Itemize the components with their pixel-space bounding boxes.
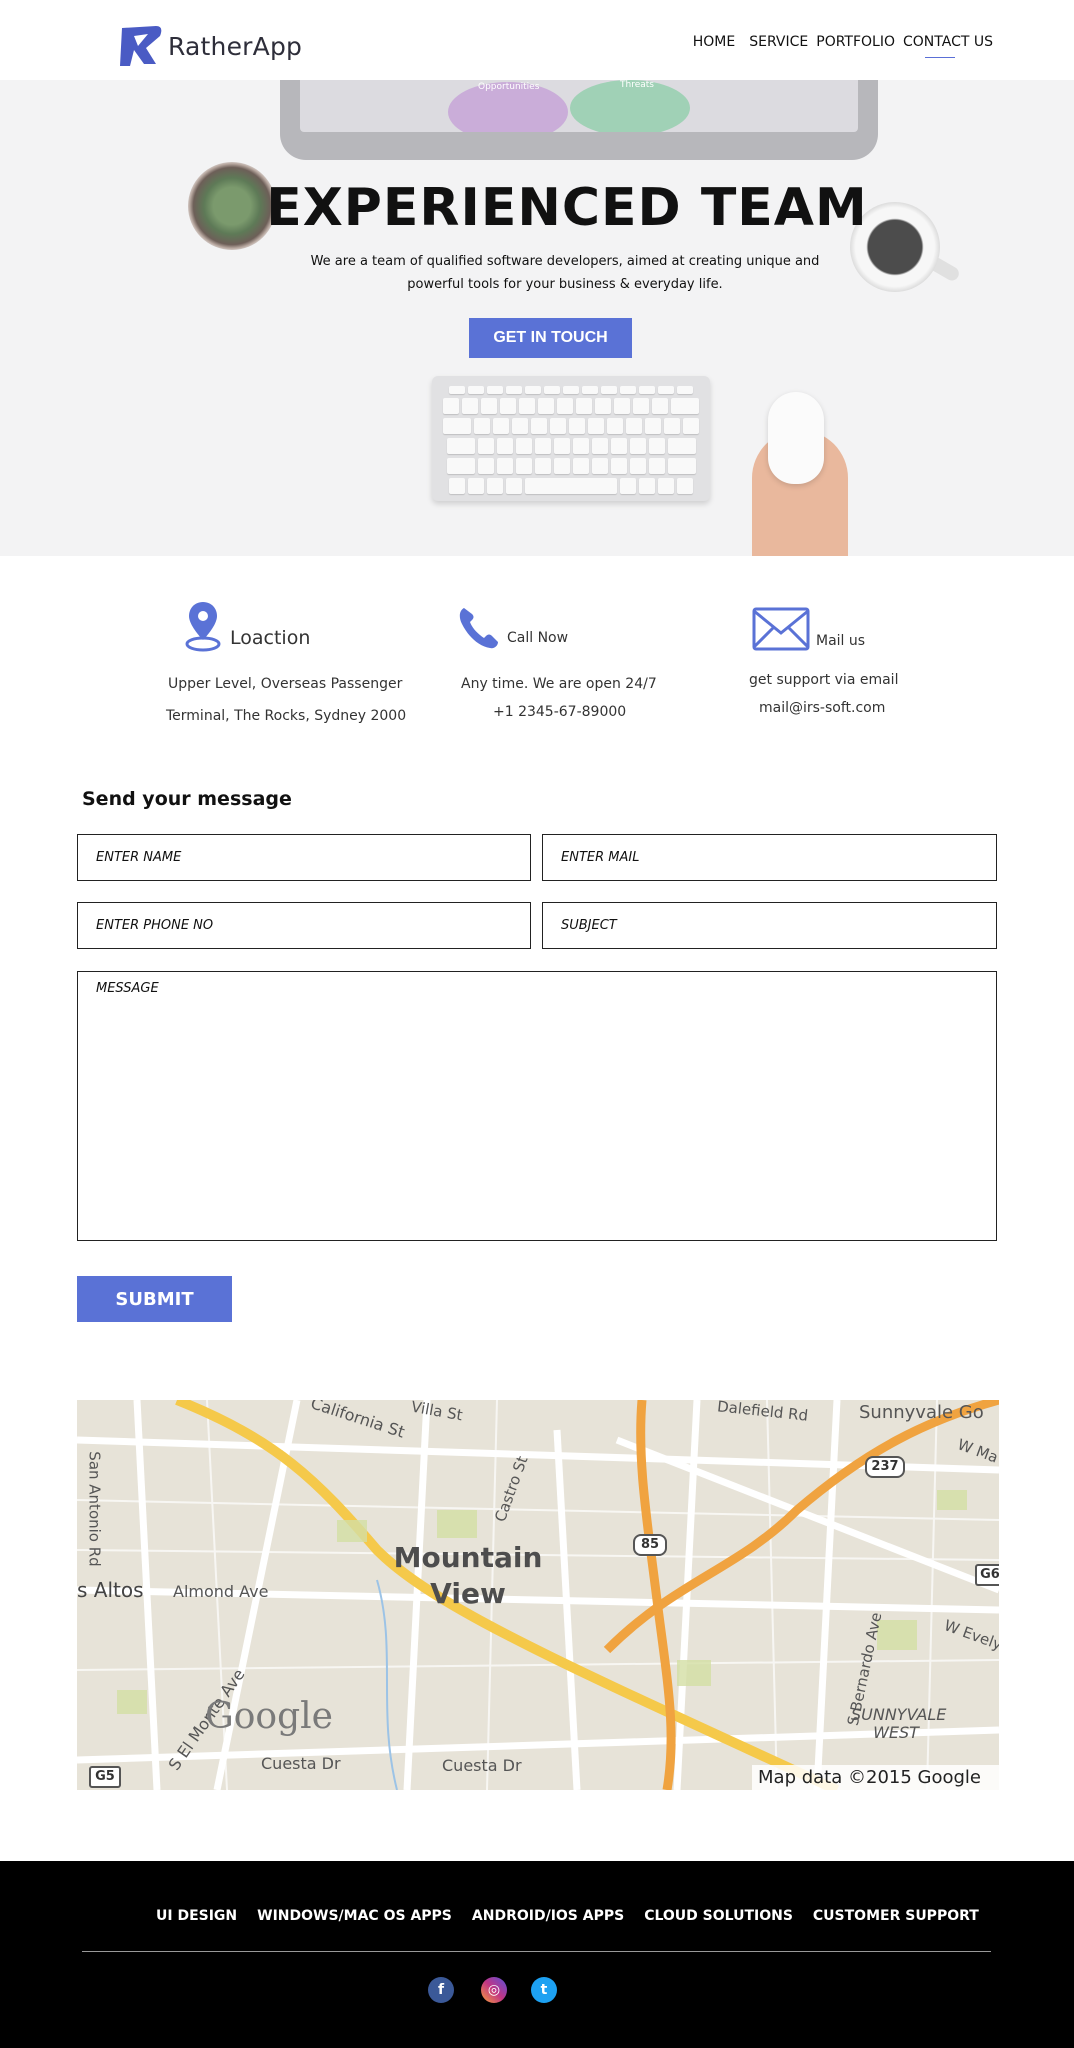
- mail-envelope-icon: [752, 607, 810, 651]
- phone-label: Call Now: [507, 630, 569, 646]
- phone-line-2: +1 2345-67-89000: [493, 704, 627, 720]
- location-map[interactable]: California St Villa St Castro St San Ant…: [77, 1400, 999, 1790]
- footer-link-windows-mac[interactable]: WINDOWS/MAC OS APPS: [257, 1908, 452, 1924]
- site-footer: UI DESIGN WINDOWS/MAC OS APPS ANDROID/IO…: [0, 1861, 1074, 2048]
- map-label-sunnyvale-west: SUNNYVALE WEST: [851, 1705, 947, 1742]
- route-g6-badge: G6: [975, 1564, 999, 1586]
- mail-line-2[interactable]: mail@irs-soft.com: [759, 700, 885, 716]
- map-google-logo: Google: [205, 1696, 333, 1737]
- hero-keyboard-image: [432, 376, 710, 501]
- footer-link-ui-design[interactable]: UI DESIGN: [156, 1908, 237, 1924]
- nav-service[interactable]: SERVICE: [749, 34, 808, 50]
- main-nav: HOME SERVICE PORTFOLIO CONTACT US: [685, 34, 993, 58]
- email-input[interactable]: [542, 834, 997, 881]
- footer-link-cloud[interactable]: CLOUD SOLUTIONS: [644, 1908, 793, 1924]
- route-85-badge: 85: [633, 1534, 667, 1556]
- logo-mark-icon: [120, 26, 162, 66]
- mail-line-1: get support via email: [749, 672, 899, 688]
- map-city-label: Mountain View: [393, 1541, 543, 1610]
- phone-input[interactable]: [77, 902, 531, 949]
- route-g5-badge: G5: [89, 1766, 121, 1788]
- monitor-label-opportunities: Opportunities: [478, 82, 540, 92]
- get-in-touch-button[interactable]: GET IN TOUCH: [469, 318, 632, 358]
- submit-button[interactable]: SUBMIT: [77, 1276, 232, 1322]
- form-title: Send your message: [82, 788, 292, 810]
- hero-banner: Opportunities Threats EXPERIENCED TEAM W…: [0, 80, 1074, 556]
- hero-title: EXPERIENCED TEAM: [266, 178, 868, 238]
- instagram-icon[interactable]: ◎: [481, 1977, 507, 2003]
- location-label: Loaction: [230, 627, 311, 649]
- map-label-almond-ave: Almond Ave: [173, 1582, 269, 1601]
- footer-link-android-ios[interactable]: ANDROID/IOS APPS: [472, 1908, 624, 1924]
- location-line-2: Terminal, The Rocks, Sydney 2000: [166, 708, 407, 724]
- nav-contact-us[interactable]: CONTACT US: [903, 34, 993, 58]
- nav-portfolio[interactable]: PORTFOLIO: [816, 34, 895, 50]
- map-label-cuesta-dr-2: Cuesta Dr: [442, 1756, 522, 1775]
- hero-monitor-image: Opportunities Threats: [280, 80, 878, 160]
- facebook-icon[interactable]: f: [428, 1977, 454, 2003]
- map-credit: Map data ©2015 Google: [752, 1765, 999, 1790]
- monitor-label-threats: Threats: [620, 80, 654, 90]
- location-pin-icon: [185, 602, 221, 652]
- map-label-cuesta-dr-1: Cuesta Dr: [261, 1754, 341, 1773]
- footer-link-support[interactable]: CUSTOMER SUPPORT: [813, 1908, 979, 1924]
- message-textarea[interactable]: [77, 971, 997, 1241]
- site-header: RatherApp HOME SERVICE PORTFOLIO CONTACT…: [0, 0, 1074, 80]
- hero-mouse-image: [768, 392, 824, 484]
- nav-home[interactable]: HOME: [693, 34, 735, 50]
- route-237-badge: 237: [865, 1456, 905, 1478]
- map-label-los-altos: s Altos: [77, 1578, 144, 1602]
- phone-line-1: Any time. We are open 24/7: [461, 676, 657, 692]
- mail-label: Mail us: [816, 633, 866, 649]
- footer-nav: UI DESIGN WINDOWS/MAC OS APPS ANDROID/IO…: [156, 1908, 999, 1924]
- map-label-san-antonio-rd: San Antonio Rd: [85, 1451, 104, 1567]
- logo-text: RatherApp: [168, 31, 303, 61]
- subject-input[interactable]: [542, 902, 997, 949]
- phone-icon: [459, 608, 498, 649]
- map-label-sunnyvale: Sunnyvale Go: [859, 1402, 984, 1423]
- twitter-icon[interactable]: t: [531, 1977, 557, 2003]
- footer-divider: [82, 1951, 991, 1952]
- hero-subtitle: We are a team of qualified software deve…: [310, 254, 820, 292]
- logo[interactable]: RatherApp: [116, 22, 302, 70]
- location-line-1: Upper Level, Overseas Passenger: [168, 676, 403, 692]
- name-input[interactable]: [77, 834, 531, 881]
